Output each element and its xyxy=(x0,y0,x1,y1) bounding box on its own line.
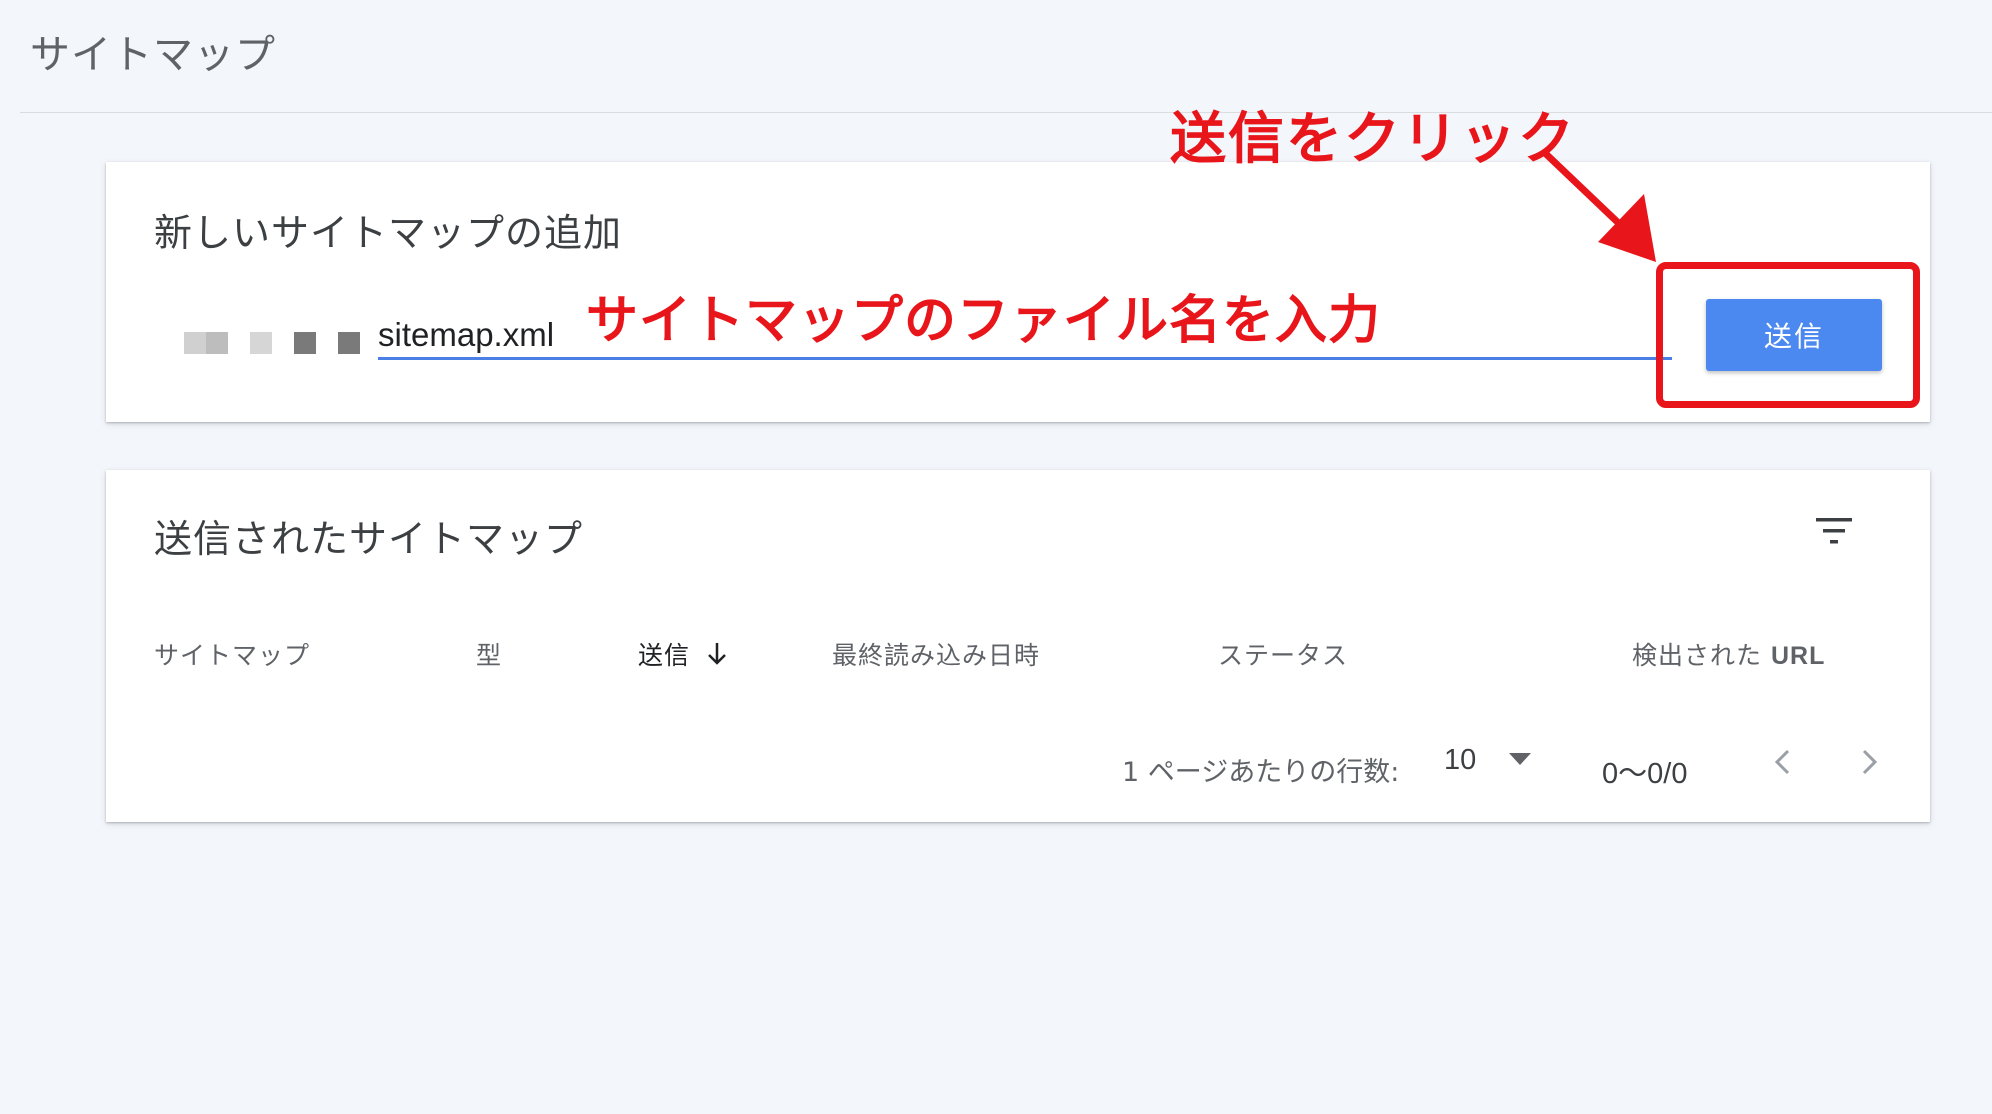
search-console-sitemaps-page: サイトマップ 新しいサイトマップの追加 送信 送信されたサイトマップ サイトマッ… xyxy=(0,0,1992,1114)
sort-arrow-down-icon xyxy=(706,641,728,673)
add-sitemap-heading: 新しいサイトマップの追加 xyxy=(154,211,623,255)
previous-page-button[interactable] xyxy=(1764,744,1800,784)
dropdown-triangle-icon xyxy=(1508,751,1532,770)
column-header-discovered-urls[interactable]: 検出された URL xyxy=(1632,636,1825,672)
annotation-click-submit: 送信をクリック xyxy=(1170,107,1576,172)
next-page-button[interactable] xyxy=(1852,744,1888,784)
title-divider xyxy=(20,112,1992,113)
submitted-sitemaps-card: 送信されたサイトマップ サイトマップ 型 送信 最終読み込み日時 ステータス 検… xyxy=(106,470,1930,822)
column-header-submitted[interactable]: 送信 xyxy=(638,636,728,673)
chevron-left-icon xyxy=(1773,748,1791,780)
column-header-last-read[interactable]: 最終読み込み日時 xyxy=(832,636,1040,672)
pagination-range: 0〜0/0 xyxy=(1602,758,1688,790)
rows-per-page-select[interactable]: 10 xyxy=(1444,744,1532,777)
column-header-sitemap[interactable]: サイトマップ xyxy=(154,636,310,672)
column-header-submitted-label: 送信 xyxy=(638,641,691,670)
rows-per-page-value: 10 xyxy=(1444,744,1477,776)
column-header-type[interactable]: 型 xyxy=(476,636,502,672)
column-header-discovered-url: URL xyxy=(1770,642,1826,670)
annotation-highlight-box xyxy=(1656,262,1920,408)
site-url-prefix-blurred xyxy=(184,332,360,354)
submitted-sitemaps-heading: 送信されたサイトマップ xyxy=(154,517,584,561)
page-title: サイトマップ xyxy=(30,32,276,78)
column-header-discovered-prefix: 検出された xyxy=(1632,641,1763,670)
filter-icon[interactable] xyxy=(1814,512,1854,552)
rows-per-page-label: 1 ページあたりの行数: xyxy=(1122,757,1400,788)
column-header-status[interactable]: ステータス xyxy=(1218,636,1348,672)
chevron-right-icon xyxy=(1861,748,1879,780)
annotation-arrow-icon xyxy=(1540,150,1670,274)
annotation-enter-filename: サイトマップのファイル名を入力 xyxy=(586,291,1382,351)
